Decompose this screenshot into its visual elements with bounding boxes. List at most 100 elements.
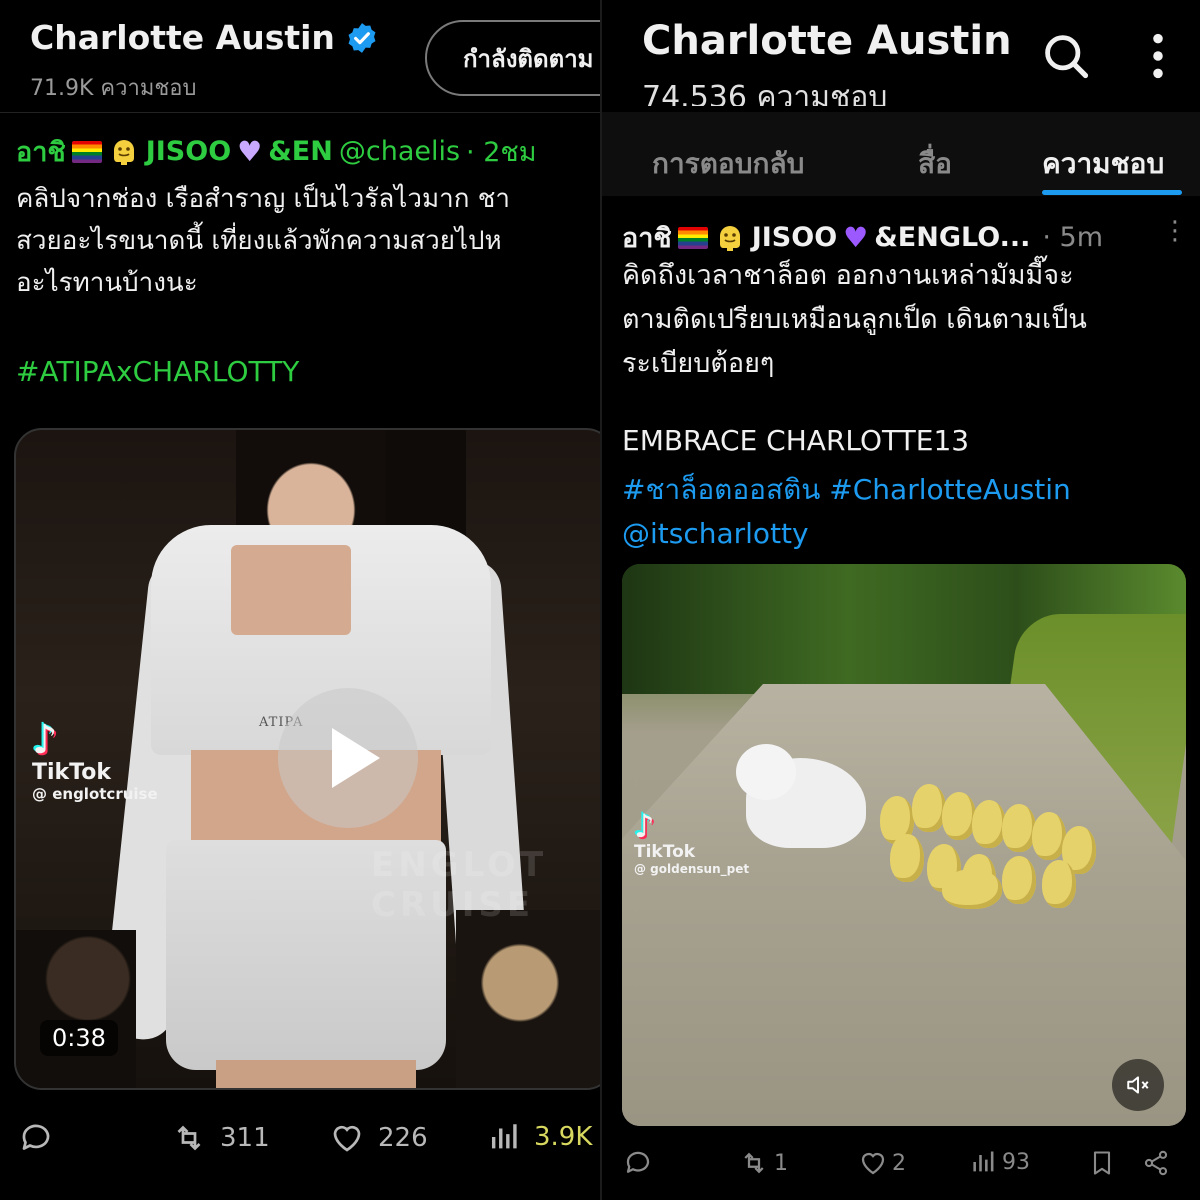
more-vertical-icon[interactable] xyxy=(1132,30,1184,82)
hashtag-link[interactable]: #ATIPAxCHARLOTTY xyxy=(16,355,299,388)
verified-badge-icon xyxy=(348,22,376,53)
heart-icon xyxy=(333,1125,361,1152)
views-button[interactable]: 93 xyxy=(970,1148,1030,1176)
author-name: อาชิ xyxy=(622,223,672,254)
video-frame-duckling xyxy=(1002,804,1036,852)
video-duration: 0:38 xyxy=(40,1020,118,1056)
video-frame-duckling xyxy=(942,792,976,840)
video-frame-neck xyxy=(231,545,351,635)
share-button[interactable] xyxy=(1142,1148,1170,1178)
following-button[interactable]: กำลังติดตาม xyxy=(425,20,600,96)
video-frame-duckling xyxy=(890,834,924,882)
like-button[interactable]: 2 xyxy=(858,1148,906,1178)
melting-face-icon xyxy=(113,139,134,165)
views-icon xyxy=(491,1124,517,1149)
cruise-watermark: ENGLOT CRUISE xyxy=(371,845,548,925)
tiktok-logo-icon: ♪ xyxy=(32,717,58,763)
profile-likes-count: 71.9K ความชอบ xyxy=(30,76,197,101)
profile-header: Charlotte Austin 71.9K ความชอบ กำลังติดต… xyxy=(0,0,600,110)
video-frame-duckling xyxy=(1002,856,1036,904)
purple-heart-icon: ♥ xyxy=(843,221,869,254)
melting-face-icon xyxy=(719,225,740,251)
video-frame-duckling xyxy=(1042,860,1076,908)
like-count: 226 xyxy=(378,1123,428,1153)
profile-name-row: Charlotte Austin xyxy=(30,18,379,57)
author-handle: @chaelis xyxy=(338,136,461,167)
tiktok-watermark: ♪ TikTok @ goldensun_pet xyxy=(634,810,749,876)
active-tab-indicator xyxy=(1042,190,1182,195)
video-player[interactable]: ♪ TikTok @ goldensun_pet xyxy=(622,564,1186,1126)
bookmark-icon xyxy=(1093,1151,1111,1175)
reply-icon xyxy=(626,1151,650,1173)
post-time: · 2ชม xyxy=(466,137,537,168)
tiktok-user: @ englotcruise xyxy=(32,785,158,803)
post-embrace-line: EMBRACE CHARLOTTE13 xyxy=(622,424,970,457)
post-hashtags: #ชาล็อตออสติน #CharlotteAustin @itscharl… xyxy=(622,468,1182,556)
video-frame-duckling xyxy=(942,869,1002,909)
video-frame-duckling xyxy=(972,800,1006,848)
post-author-row[interactable]: อาชิ JISOO ♥ &ENGLO... · 5m xyxy=(622,216,1103,259)
video-frame-duckling xyxy=(912,784,946,832)
lilac-heart-icon: ♥ xyxy=(237,135,263,168)
retweet-icon xyxy=(177,1125,201,1151)
retweet-icon xyxy=(744,1152,764,1174)
post-action-bar: 311 226 3.9K xyxy=(0,1120,600,1170)
author-tail: &ENGLO... xyxy=(874,222,1031,253)
like-button[interactable]: 226 xyxy=(328,1120,428,1156)
header-divider xyxy=(0,112,600,113)
right-screenshot: Charlotte Austin 74.536 ความชอบ การตอบกล… xyxy=(602,0,1200,1200)
post-action-bar: 1 2 93 xyxy=(602,1144,1200,1184)
rainbow-flag-icon xyxy=(71,140,102,163)
author-extra: JISOO xyxy=(751,222,838,253)
views-button[interactable]: 3.9K xyxy=(488,1120,592,1154)
post-author-row[interactable]: อาชิ JISOO ♥ &EN @chaelis · 2ชม xyxy=(16,130,537,173)
video-frame-duckling xyxy=(1032,812,1066,860)
views-count: 93 xyxy=(1002,1149,1030,1175)
hashtag-line[interactable]: #ชาล็อตออสติน #CharlotteAustin xyxy=(622,468,1182,512)
retweet-count: 311 xyxy=(220,1123,270,1153)
video-player[interactable]: ATIPA ♪ TikTok @ englotcruise ENGLOT CRU… xyxy=(14,428,600,1090)
post-time: · 5m xyxy=(1042,222,1104,253)
video-frame-face xyxy=(236,430,386,530)
profile-tabs: การตอบกลับ สื่อ ความชอบ xyxy=(602,112,1200,196)
reply-icon xyxy=(22,1124,50,1150)
rainbow-flag-icon xyxy=(677,226,708,249)
tiktok-logo-icon: ♪ xyxy=(634,807,655,845)
mention-link[interactable]: @itscharlotty xyxy=(622,512,1182,556)
views-count: 3.9K xyxy=(534,1122,593,1152)
liked-post: อาชิ JISOO ♥ &ENGLO... · 5m ⋮ คิดถึงเวลา… xyxy=(602,196,1200,1200)
video-frame-crowd-right xyxy=(456,910,600,1088)
reply-button[interactable] xyxy=(622,1148,654,1178)
share-icon xyxy=(1144,1150,1168,1176)
mute-button[interactable] xyxy=(1112,1059,1164,1111)
post-more-icon[interactable]: ⋮ xyxy=(1162,216,1188,246)
tab-media[interactable]: สื่อ xyxy=(918,142,952,186)
retweet-button[interactable]: 311 xyxy=(170,1120,270,1156)
profile-likes-count: 74.536 ความชอบ xyxy=(642,80,888,106)
author-name: อาชิ xyxy=(16,137,66,168)
tiktok-word: TikTok xyxy=(32,760,112,785)
search-icon[interactable] xyxy=(1040,30,1092,82)
post-text: คลิปจากช่อง เรือสำราญ เป็นไวรัลไวมาก ชา … xyxy=(16,184,510,298)
bookmark-button[interactable] xyxy=(1088,1148,1116,1178)
play-button[interactable] xyxy=(278,688,418,828)
reply-button[interactable] xyxy=(18,1120,54,1156)
like-count: 2 xyxy=(892,1150,906,1176)
profile-name: Charlotte Austin xyxy=(30,18,335,57)
views-icon xyxy=(973,1151,994,1172)
tab-replies[interactable]: การตอบกลับ xyxy=(652,142,804,186)
video-frame-legs xyxy=(216,1060,416,1088)
tiktok-user: @ goldensun_pet xyxy=(634,862,750,876)
author-tail: &EN xyxy=(268,136,333,167)
profile-name: Charlotte Austin xyxy=(642,18,1012,64)
muted-speaker-icon xyxy=(1127,1076,1149,1094)
retweet-count: 1 xyxy=(774,1150,788,1176)
tab-likes[interactable]: ความชอบ xyxy=(1042,142,1164,186)
tiktok-watermark: ♪ TikTok @ englotcruise xyxy=(32,720,158,803)
tiktok-word: TikTok xyxy=(634,842,696,862)
video-frame-crowd-left xyxy=(16,930,136,1088)
left-screenshot: Charlotte Austin 71.9K ความชอบ กำลังติดต… xyxy=(0,0,600,1200)
author-extra: JISOO xyxy=(145,136,232,167)
retweet-button[interactable]: 1 xyxy=(738,1148,788,1178)
heart-icon xyxy=(861,1152,885,1175)
